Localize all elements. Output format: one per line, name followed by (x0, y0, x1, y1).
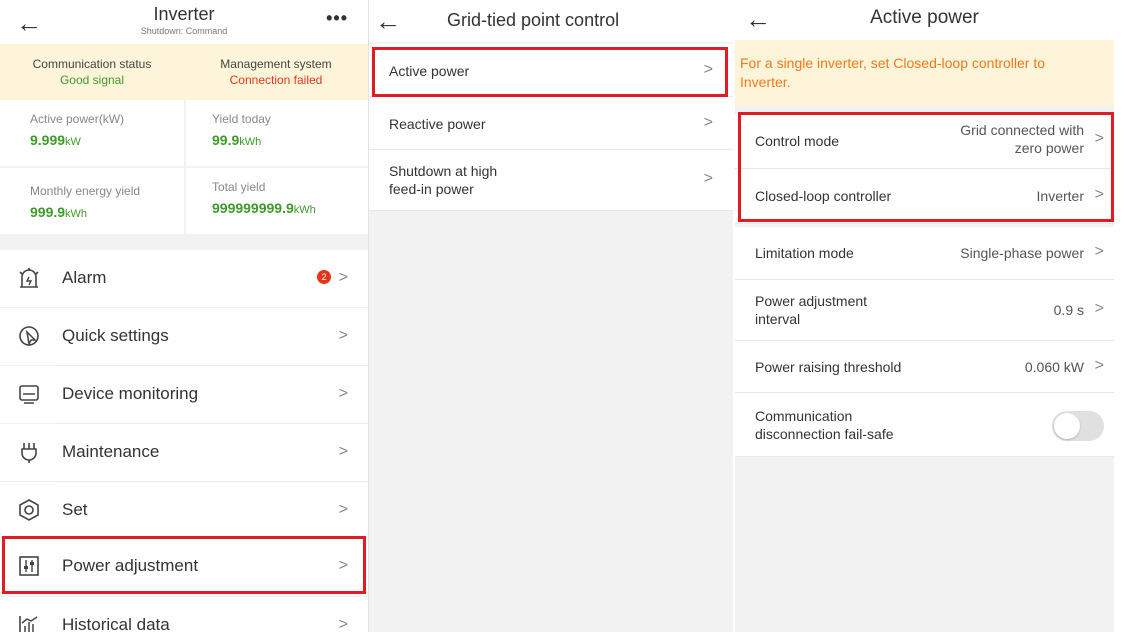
setting-row-power-adjustment-interval[interactable]: Power adjustment interval 0.9 s > (735, 280, 1114, 341)
setting-label: Power raising threshold (755, 359, 902, 375)
communication-status-value: Good signal (59, 73, 125, 87)
power-adjustment-icon (19, 556, 39, 576)
setting-row-closed-loop-controller[interactable]: Closed-loop controller Inverter > (735, 169, 1114, 224)
chevron-right-icon: > (338, 327, 348, 344)
settings-icon (19, 499, 39, 521)
communication-status-label: Communication status (32, 57, 152, 71)
list-item-label: Active power (389, 63, 470, 79)
menu-label: Device monitoring (62, 384, 199, 403)
kpi-active-power: Active power(kW) 9.999kW (0, 100, 184, 166)
chevron-right-icon: > (1094, 130, 1104, 147)
fail-safe-toggle[interactable] (1052, 411, 1104, 441)
setting-row-control-mode[interactable]: Control mode Grid connected with zero pow… (735, 114, 1114, 169)
list-item-reactive-power[interactable]: Reactive power > (369, 97, 733, 150)
chevron-right-icon: > (338, 616, 348, 632)
management-system-label: Management system (220, 57, 332, 71)
kpi-label: Total yield (212, 180, 266, 194)
menu-label: Maintenance (62, 442, 160, 461)
menu-label: Alarm (62, 268, 107, 287)
grid-control-header: ← Grid-tied point control (369, 0, 733, 42)
list-item-label: Reactive power (389, 116, 486, 132)
page-title: Inverter (153, 4, 215, 24)
kpi-label: Monthly energy yield (30, 184, 141, 198)
setting-value: Single-phase power (960, 245, 1084, 261)
notice-text: For a single inverter, set Closed-loop c… (740, 55, 1046, 90)
page-title: Grid-tied point control (447, 10, 620, 30)
back-arrow-icon[interactable]: ← (375, 8, 401, 34)
setting-row-limitation-mode[interactable]: Limitation mode Single-phase power > (735, 227, 1114, 280)
menu-item-device-monitoring[interactable]: Device monitoring > (0, 366, 368, 423)
setting-label: Power adjustment interval (755, 293, 868, 327)
management-system-value: Connection failed (229, 73, 323, 87)
chevron-right-icon: > (703, 114, 713, 131)
kpi-label: Active power(kW) (30, 112, 125, 126)
menu-label: Power adjustment (62, 556, 199, 575)
chevron-right-icon: > (338, 385, 348, 402)
notice-banner: For a single inverter, set Closed-loop c… (735, 40, 1114, 106)
setting-value: Grid connected with zero power (960, 122, 1084, 156)
alarm-count-badge: 2 (317, 270, 331, 284)
setting-label: Closed-loop controller (755, 188, 892, 204)
menu-item-alarm[interactable]: Alarm 2 > (0, 250, 368, 307)
management-system-status: Management system Connection failed (184, 56, 368, 88)
active-power-header: ← Active power (735, 0, 1114, 40)
menu-item-quick-settings[interactable]: Quick settings > (0, 308, 368, 365)
active-power-panel: ← Active power For a single inverter, se… (735, 0, 1114, 632)
setting-row-power-raising-threshold[interactable]: Power raising threshold 0.060 kW > (735, 341, 1114, 393)
kpi-monthly-yield: Monthly energy yield 999.9kWh (0, 168, 184, 234)
chevron-right-icon: > (703, 170, 713, 187)
menu-item-power-adjustment[interactable]: Power adjustment > (0, 538, 368, 595)
setting-label: Communication disconnection fail-safe (755, 408, 894, 442)
setting-label: Control mode (755, 133, 840, 149)
menu-item-maintenance[interactable]: Maintenance > (0, 424, 368, 481)
chevron-right-icon: > (338, 443, 348, 460)
historical-data-icon (19, 616, 38, 632)
alarm-icon (19, 268, 39, 288)
page-title: Active power (870, 7, 979, 28)
menu-item-historical-data[interactable]: Historical data > (0, 597, 368, 632)
kpi-yield-today: Yield today 99.9kWh (186, 100, 368, 166)
chevron-right-icon: > (1094, 357, 1104, 374)
setting-value: 0.9 s (1053, 302, 1084, 318)
more-options-icon[interactable]: ••• (326, 8, 348, 29)
inverter-header: ← Inverter Shutdown: Command ••• (0, 0, 368, 44)
maintenance-icon (21, 443, 37, 463)
kpi-value: 9.999kW (30, 132, 81, 148)
setting-value: 0.060 kW (1024, 359, 1084, 375)
toggle-knob (1054, 413, 1080, 439)
kpi-label: Yield today (212, 112, 271, 126)
chevron-right-icon: > (703, 61, 713, 78)
kpi-value: 999.9kWh (30, 204, 88, 220)
menu-item-set[interactable]: Set > (0, 482, 368, 539)
kpi-value: 999999999.9kWh (212, 200, 316, 216)
inverter-panel: ← Inverter Shutdown: Command ••• Communi… (0, 0, 368, 632)
chevron-right-icon: > (1094, 243, 1104, 260)
chevron-right-icon: > (338, 501, 348, 518)
status-bar: Communication status Good signal Managem… (0, 44, 368, 100)
chevron-right-icon: > (1094, 186, 1104, 203)
menu-label: Set (62, 500, 88, 519)
chevron-right-icon: > (338, 557, 348, 574)
kpi-total-yield: Total yield 999999999.9kWh (186, 168, 368, 234)
page-subtitle: Shutdown: Command (140, 26, 228, 36)
kpi-value: 99.9kWh (212, 132, 262, 148)
communication-status: Communication status Good signal (0, 56, 184, 88)
chevron-right-icon: > (338, 269, 348, 286)
setting-label: Limitation mode (755, 245, 854, 261)
grid-tied-point-control-panel: ← Grid-tied point control Active power >… (369, 0, 733, 632)
menu-label: Historical data (62, 615, 170, 632)
menu-label: Quick settings (62, 326, 169, 345)
list-item-shutdown-high-feed-in[interactable]: Shutdown at high feed-in power > (369, 150, 733, 211)
list-item-label: Shutdown at high feed-in power (389, 163, 498, 197)
setting-value: Inverter (1036, 188, 1084, 204)
quick-settings-icon (19, 326, 39, 347)
chevron-right-icon: > (1094, 300, 1104, 317)
setting-row-fail-safe: Communication disconnection fail-safe (735, 393, 1114, 457)
monitor-icon (19, 385, 39, 404)
list-item-active-power[interactable]: Active power > (369, 44, 733, 97)
